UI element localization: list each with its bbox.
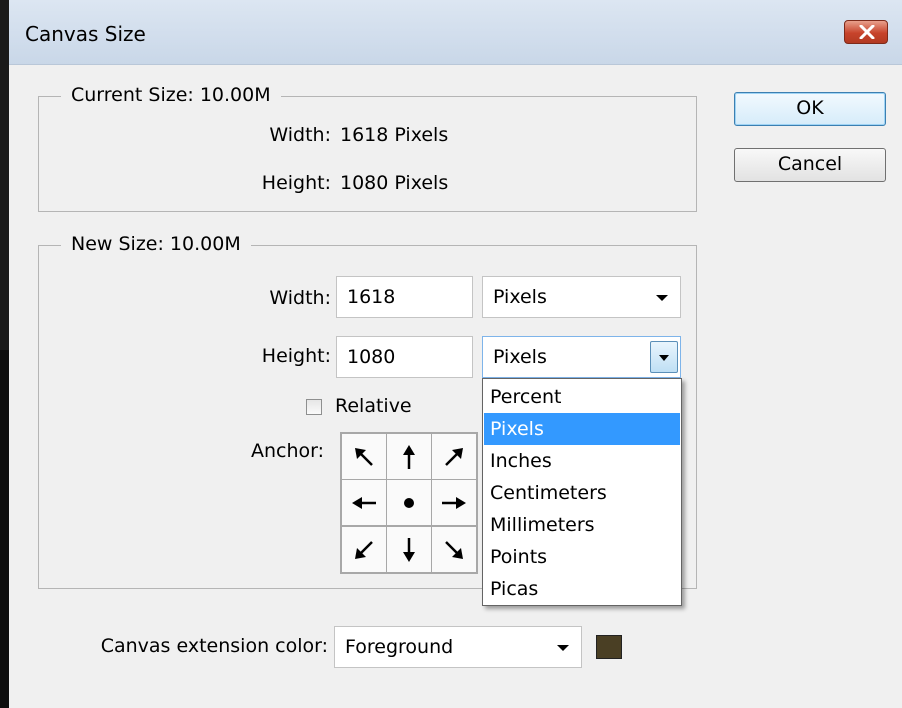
background-edge-lower — [0, 350, 9, 708]
anchor-top-right[interactable] — [431, 433, 477, 480]
arrow-up-icon — [403, 444, 415, 469]
anchor-bottom-right[interactable] — [431, 526, 477, 573]
unit-dropdown-list: Percent Pixels Inches Centimeters Millim… — [482, 378, 682, 606]
anchor-top-left[interactable] — [341, 433, 387, 480]
canvas-size-dialog: Canvas Size Current Size: 10.00M Width: … — [0, 0, 902, 708]
anchor-bottom-center[interactable] — [386, 526, 432, 573]
relative-checkbox[interactable] — [306, 399, 322, 415]
dialog-title: Canvas Size — [25, 22, 146, 46]
ok-button[interactable]: OK — [734, 92, 886, 126]
arrow-up-left-icon — [355, 447, 373, 466]
chevron-down-icon — [656, 295, 668, 301]
current-size-legend: Current Size: 10.00M — [61, 84, 281, 106]
unit-option-centimeters[interactable]: Centimeters — [484, 477, 680, 509]
new-width-label: Width: — [269, 287, 331, 309]
arrow-down-right-icon — [445, 540, 463, 559]
extension-color-select[interactable]: Foreground — [334, 626, 582, 668]
anchor-middle-right[interactable] — [431, 479, 477, 526]
new-width-input[interactable]: 1618 — [336, 276, 473, 318]
extension-color-swatch[interactable] — [596, 635, 622, 659]
anchor-grid — [340, 432, 478, 574]
anchor-middle-left[interactable] — [341, 479, 387, 526]
new-height-label: Height: — [261, 345, 331, 367]
extension-color-value: Foreground — [345, 636, 454, 658]
unit-option-pixels[interactable]: Pixels — [484, 413, 680, 445]
unit-option-inches[interactable]: Inches — [484, 445, 680, 477]
cancel-button[interactable]: Cancel — [734, 148, 886, 182]
arrow-down-left-icon — [355, 540, 373, 559]
title-bar: Canvas Size — [9, 0, 902, 65]
close-icon — [859, 25, 875, 39]
new-size-legend: New Size: 10.00M — [61, 233, 251, 255]
arrow-left-icon — [352, 496, 376, 509]
dropdown-button[interactable] — [650, 341, 678, 373]
anchor-bottom-left[interactable] — [341, 526, 387, 573]
arrow-up-right-icon — [445, 447, 463, 466]
height-unit-value: Pixels — [493, 346, 547, 368]
arrow-down-icon — [403, 537, 415, 562]
anchor-label: Anchor: — [250, 440, 324, 462]
unit-option-points[interactable]: Points — [484, 541, 680, 573]
current-height-label: Height: — [261, 172, 331, 194]
unit-option-picas[interactable]: Picas — [484, 573, 680, 605]
current-width-label: Width: — [269, 124, 331, 146]
extension-color-label: Canvas extension color: — [100, 635, 328, 657]
width-unit-select[interactable]: Pixels — [482, 276, 681, 318]
unit-option-millimeters[interactable]: Millimeters — [484, 509, 680, 541]
new-height-input[interactable]: 1080 — [336, 336, 473, 378]
dot-icon — [404, 497, 414, 508]
height-unit-select[interactable]: Pixels — [482, 336, 681, 378]
arrow-right-icon — [442, 496, 466, 509]
anchor-top-center[interactable] — [386, 433, 432, 480]
current-height-value: 1080 Pixels — [340, 172, 449, 194]
chevron-down-icon — [557, 645, 569, 651]
chevron-down-icon — [659, 355, 669, 361]
anchor-center[interactable] — [386, 479, 432, 526]
close-button[interactable] — [844, 20, 888, 44]
current-width-value: 1618 Pixels — [340, 124, 449, 146]
unit-option-percent[interactable]: Percent — [484, 381, 680, 413]
relative-label[interactable]: Relative — [335, 395, 412, 417]
width-unit-value: Pixels — [493, 286, 547, 308]
current-size-group: Current Size: 10.00M — [38, 84, 697, 212]
